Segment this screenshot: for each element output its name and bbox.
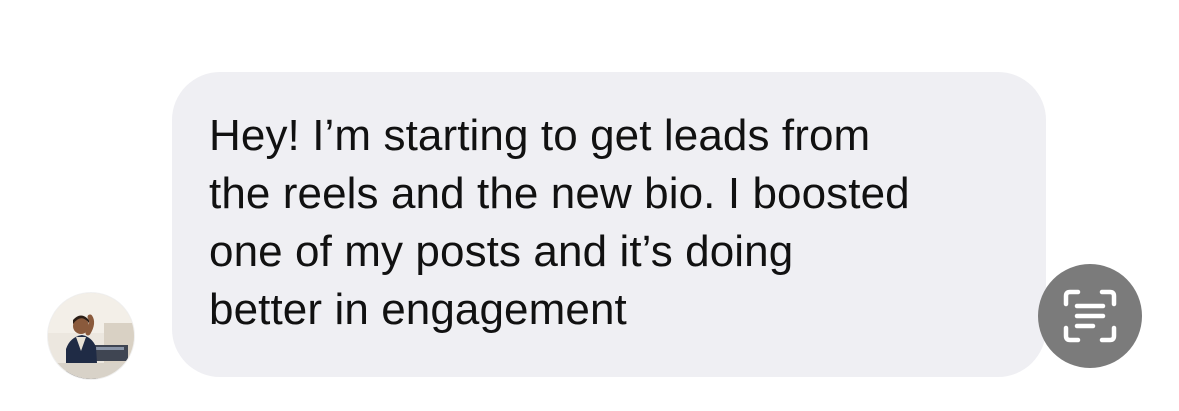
message-bubble[interactable]: Hey! I’m starting to get leads from the … bbox=[172, 72, 1046, 377]
sender-avatar[interactable] bbox=[48, 293, 134, 379]
incoming-message-row: Hey! I’m starting to get leads from the … bbox=[0, 0, 1179, 411]
message-text: Hey! I’m starting to get leads from the … bbox=[209, 111, 910, 334]
profile-photo-icon bbox=[48, 293, 134, 379]
live-text-button[interactable] bbox=[1038, 264, 1142, 368]
text-scan-icon bbox=[1063, 289, 1117, 343]
